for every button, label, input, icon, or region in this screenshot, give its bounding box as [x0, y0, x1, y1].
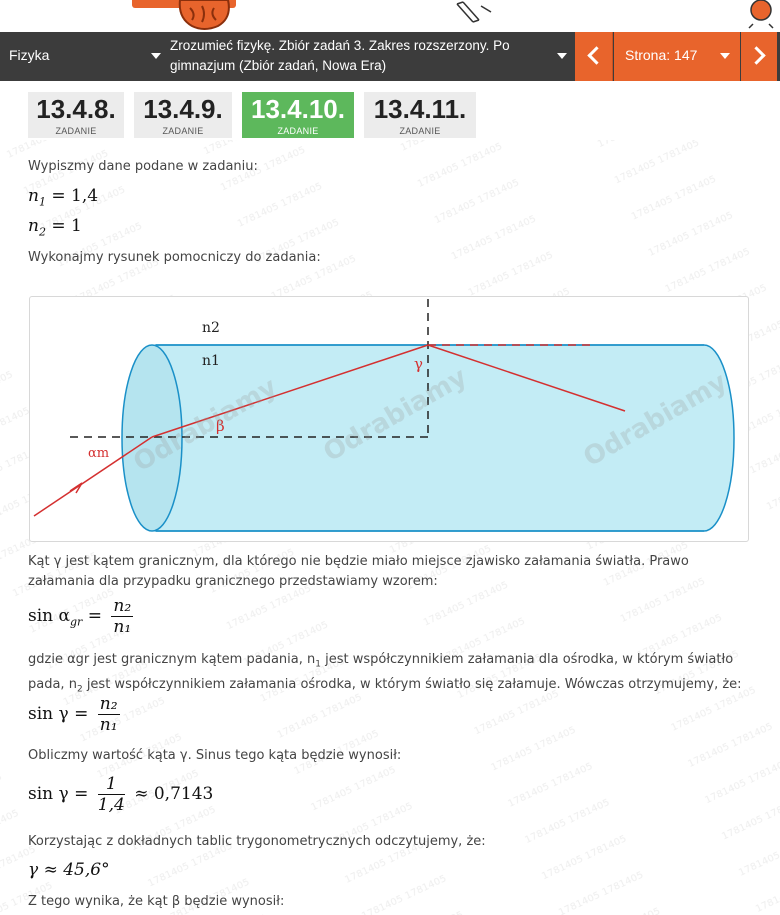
previous-page-button[interactable]: [575, 32, 613, 81]
eq-result: ≈ 0,7143: [134, 784, 214, 804]
paragraph-critical-angle: Kąt γ jest kątem granicznym, dla którego…: [28, 554, 689, 589]
equation-snell-critical: sin αgr = n₂ n₁: [28, 596, 134, 637]
task-number: 13.4.8.: [36, 94, 116, 124]
page-label: Strona: 147: [625, 47, 698, 63]
refraction-diagram: n2 n1 γ β αm Odrabiamy Odrabiamy Odrabia…: [33, 299, 735, 532]
subject-dropdown[interactable]: Fizyka: [0, 32, 166, 81]
equation-gamma-approx: γ ≈ 45,6°: [28, 860, 110, 880]
task-number: 13.4.9.: [143, 94, 223, 124]
task-caption: ZADANIE: [162, 126, 204, 136]
task-tile-13-4-10[interactable]: 13.4.10. ZADANIE: [242, 92, 354, 138]
paragraph-beta-intro: Z tego wynika, że kąt β będzie wynosił:: [28, 894, 285, 909]
eq-lhs: sin α: [28, 606, 70, 626]
fraction-denominator: n₁: [113, 617, 132, 637]
eq-subscript: 1: [38, 195, 46, 209]
alarm-clock-icon: [748, 0, 774, 29]
page-dropdown[interactable]: Strona: 147: [614, 32, 740, 81]
fraction-numerator: n₂: [97, 694, 120, 715]
refraction-figure: n2 n1 γ β αm Odrabiamy Odrabiamy Odrabia…: [29, 296, 749, 542]
chevron-down-icon: [557, 53, 567, 59]
label-alpha: αm: [88, 446, 109, 461]
subject-label: Fizyka: [9, 47, 50, 63]
paragraph-drawing-intro: Wykonajmy rysunek pomocniczy do zadania:: [28, 250, 321, 265]
equation-sin-gamma-value: sin γ = 1 1,4 ≈ 0,7143: [28, 774, 214, 815]
book-dropdown[interactable]: Zrozumieć fizykę. Zbiór zadań 3. Zakres …: [166, 32, 575, 81]
eq-result: γ ≈ 45,6°: [28, 860, 110, 880]
equation-sin-gamma: sin γ = n₂ n₁: [28, 694, 120, 735]
paragraph-given-data: Wypiszmy dane podane w zadaniu:: [28, 159, 258, 174]
chevron-left-icon: [587, 46, 606, 65]
task-tile-13-4-8[interactable]: 13.4.8. ZADANIE: [28, 92, 124, 138]
task-tile-13-4-11[interactable]: 13.4.11. ZADANIE: [364, 92, 476, 138]
label-n2: n2: [202, 320, 220, 336]
task-caption: ZADANIE: [399, 126, 441, 136]
paragraph-definitions: gdzie αgr jest granicznym kątem padania,…: [28, 650, 752, 699]
eq-symbol: n: [28, 186, 39, 206]
paragraph-tables: Korzystając z dokładnych tablic trygonom…: [28, 834, 486, 849]
task-tile-13-4-9[interactable]: 13.4.9. ZADANIE: [134, 92, 232, 138]
fraction-numerator: n₂: [111, 596, 134, 617]
eq-lhs: sin γ: [28, 784, 69, 804]
text-fragment: gdzie αgr jest granicznym kątem padania,…: [28, 652, 316, 667]
paragraph-calc-gamma: Obliczmy wartość kąta γ. Sinus tego kąta…: [28, 748, 402, 763]
fraction: 1 1,4: [97, 774, 125, 815]
fraction-denominator: 1,4: [97, 795, 125, 815]
chevron-right-icon: [747, 46, 766, 65]
text-fragment: jest współczynnikiem załamania ośrodka, …: [82, 676, 742, 692]
task-caption: ZADANIE: [277, 126, 319, 136]
eq-subscript: 2: [38, 225, 46, 239]
fraction-denominator: n₁: [99, 715, 118, 735]
eq-subscript: gr: [70, 615, 83, 629]
task-number: 13.4.11.: [373, 94, 467, 124]
chevron-down-icon: [720, 53, 730, 59]
fraction-numerator: 1: [97, 774, 125, 795]
fraction: n₂ n₁: [111, 596, 134, 637]
navigation-bar: Fizyka Zrozumieć fizykę. Zbiór zadań 3. …: [0, 32, 780, 81]
chevron-down-icon: [151, 53, 161, 59]
task-caption: ZADANIE: [55, 126, 97, 136]
book-title: Zrozumieć fizykę. Zbiór zadań 3. Zakres …: [170, 38, 510, 73]
eq-value: = 1: [51, 216, 82, 236]
eq-lhs: sin γ: [28, 704, 69, 724]
fraction: n₂ n₁: [97, 694, 120, 735]
eq-symbol: n: [28, 216, 39, 236]
task-number: 13.4.10.: [251, 94, 345, 124]
top-banner: [0, 0, 780, 32]
equation-n1: n1 = 1,4: [28, 186, 98, 208]
pencil-icon: [456, 1, 492, 23]
label-n1: n1: [202, 353, 220, 369]
eq-value: = 1,4: [51, 186, 99, 206]
equation-n2: n2 = 1: [28, 216, 82, 238]
brain-mascot-icon: [178, 0, 230, 30]
next-page-button[interactable]: [741, 32, 777, 81]
label-gamma: γ: [414, 355, 423, 373]
